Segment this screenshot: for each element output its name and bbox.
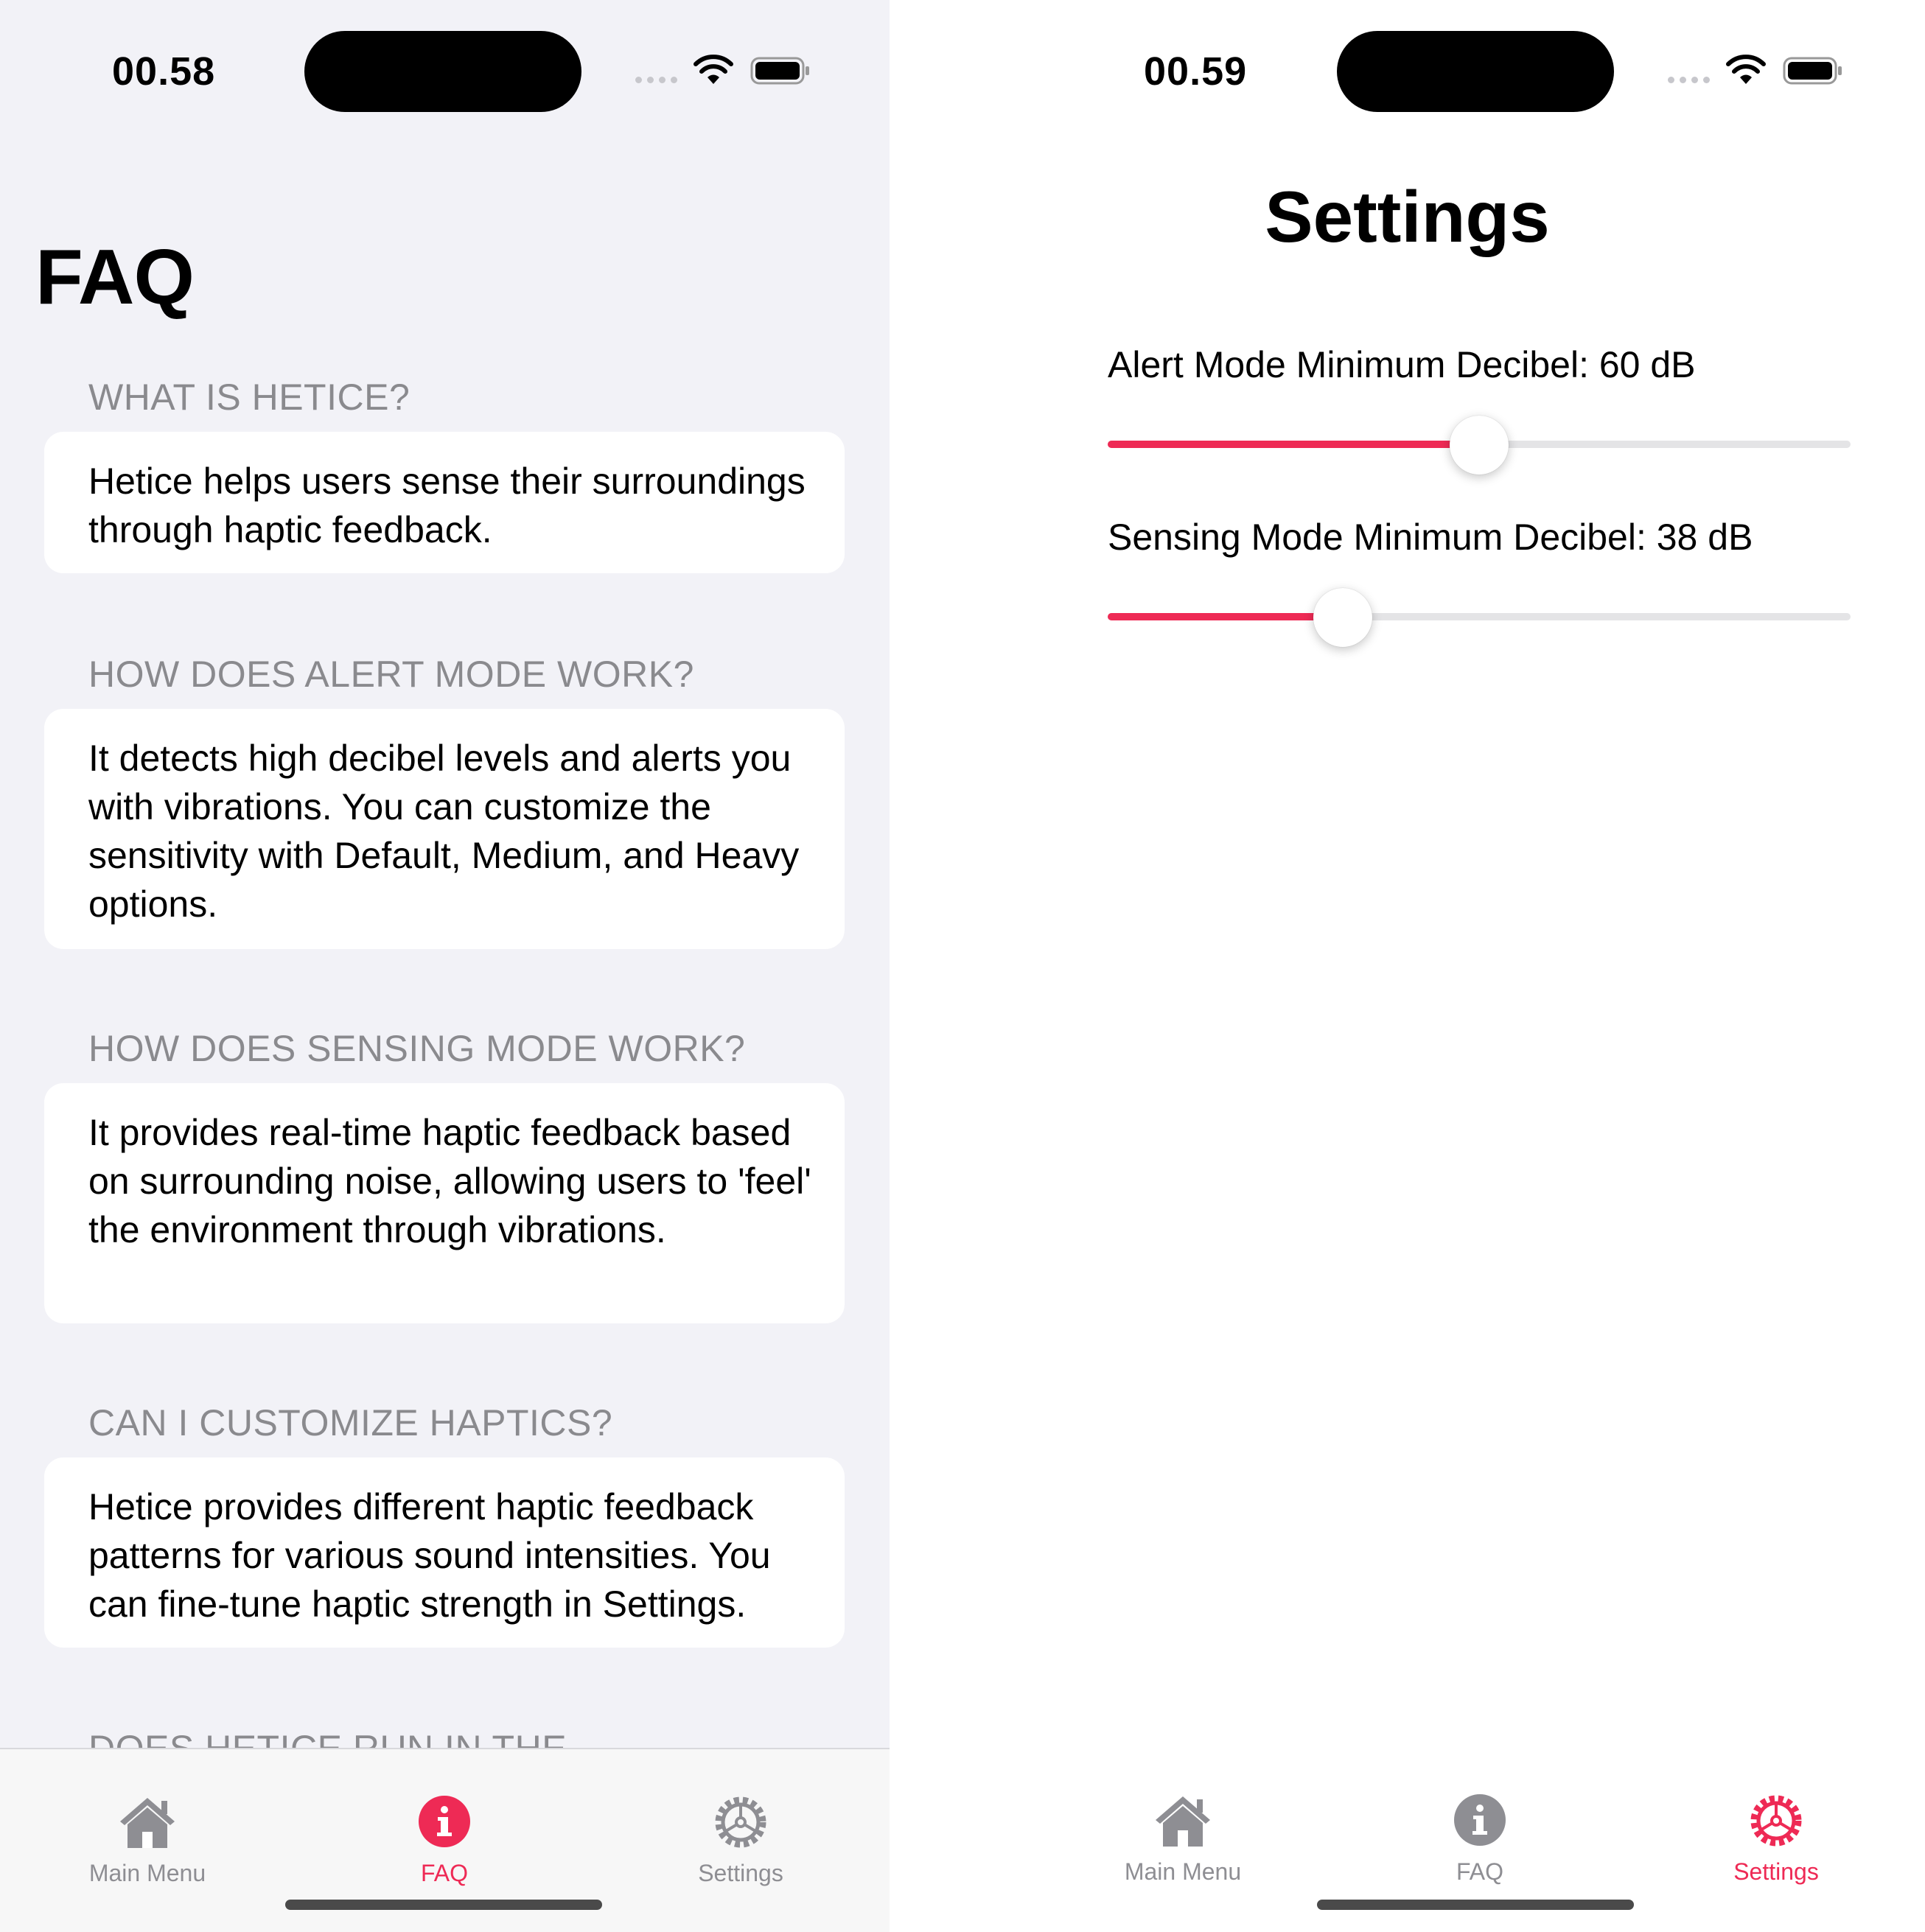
faq-question: WHAT IS HETICE? <box>88 377 410 418</box>
faq-question: CAN I CUSTOMIZE HAPTICS? <box>88 1402 613 1443</box>
home-indicator[interactable] <box>1317 1900 1634 1910</box>
faq-question: DOES HETICE RUN IN THE <box>88 1728 567 1749</box>
tab-label: Settings <box>1733 1858 1819 1885</box>
sensing-decibel-label: Sensing Mode Minimum Decibel: 38 dB <box>1108 517 1753 558</box>
faq-answer: Hetice provides different haptic feedbac… <box>88 1486 771 1625</box>
faq-list[interactable]: FAQ WHAT IS HETICE? Hetice helps users s… <box>0 0 890 1749</box>
faq-answer: It provides real-time haptic feedback ba… <box>88 1112 811 1250</box>
slider-thumb[interactable] <box>1450 416 1509 475</box>
home-indicator[interactable] <box>285 1900 602 1910</box>
tab-bar: Main Menu FAQ Settings <box>0 1748 890 1932</box>
faq-answer-card: Hetice helps users sense their surroundi… <box>44 432 845 573</box>
tab-main-menu[interactable]: Main Menu <box>52 1793 243 1904</box>
gear-icon <box>715 1796 766 1848</box>
faq-screen: 00.58 FAQ WHAT IS HETICE? Hetice helps u… <box>0 0 890 1932</box>
settings-screen: 00.59 Settings Alert Mode Minimum Decibe… <box>890 0 1925 1932</box>
sensing-decibel-slider[interactable] <box>1108 587 1851 647</box>
tab-settings[interactable]: Settings <box>1680 1792 1872 1903</box>
faq-answer-card: It detects high decibel levels and alert… <box>44 709 845 949</box>
slider-fill <box>1108 613 1343 620</box>
tab-main-menu[interactable]: Main Menu <box>1087 1792 1279 1903</box>
slider-fill <box>1108 441 1479 448</box>
tab-label: Settings <box>698 1860 783 1886</box>
status-time: 00.59 <box>1144 49 1248 94</box>
tab-label: Main Menu <box>1124 1858 1242 1885</box>
gear-icon <box>1750 1795 1802 1847</box>
slider-thumb[interactable] <box>1313 588 1372 647</box>
page-title: FAQ <box>35 234 195 321</box>
house-icon <box>1156 1796 1210 1847</box>
tab-label: Main Menu <box>88 1860 206 1886</box>
dynamic-island <box>1337 31 1614 112</box>
cellular-signal-icon <box>1668 77 1710 83</box>
alert-decibel-slider[interactable] <box>1108 414 1851 475</box>
faq-answer: It detects high decibel levels and alert… <box>88 738 800 925</box>
tab-faq[interactable]: FAQ <box>349 1793 540 1904</box>
page-title: Settings <box>1265 176 1550 257</box>
house-icon <box>120 1798 175 1848</box>
info-circle-icon <box>419 1796 470 1847</box>
battery-icon <box>1783 57 1842 85</box>
info-circle-icon <box>1454 1794 1506 1846</box>
faq-answer-card: Hetice provides different haptic feedbac… <box>44 1457 845 1648</box>
tab-settings[interactable]: Settings <box>645 1793 836 1904</box>
tab-faq[interactable]: FAQ <box>1384 1792 1576 1903</box>
faq-question: HOW DOES ALERT MODE WORK? <box>88 654 694 695</box>
tab-bar: Main Menu FAQ Settings <box>890 1748 1925 1932</box>
faq-answer: Hetice helps users sense their surroundi… <box>88 461 806 550</box>
tab-label: FAQ <box>420 1860 468 1886</box>
alert-decibel-label: Alert Mode Minimum Decibel: 60 dB <box>1108 344 1696 385</box>
faq-answer-card: It provides real-time haptic feedback ba… <box>44 1083 845 1323</box>
tab-label: FAQ <box>1456 1858 1503 1885</box>
wifi-icon <box>1726 55 1766 84</box>
faq-question: HOW DOES SENSING MODE WORK? <box>88 1028 746 1069</box>
